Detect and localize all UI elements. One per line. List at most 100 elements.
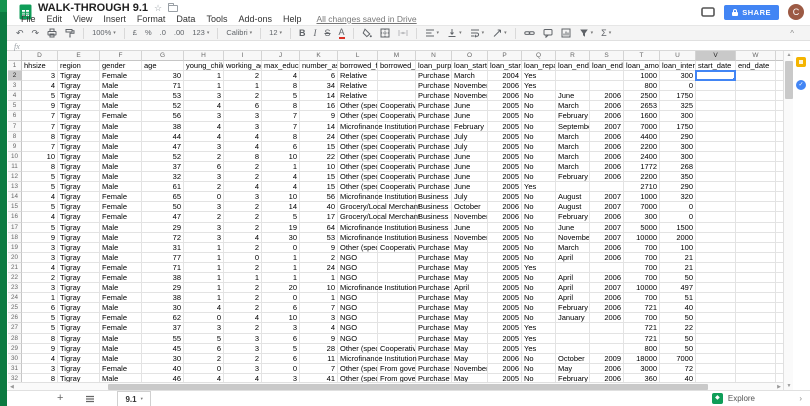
cell-I27[interactable]: 2 [224, 323, 262, 334]
cell-M8[interactable]: Cooperative [378, 131, 416, 142]
cell-J18[interactable]: 30 [262, 232, 300, 243]
cell-K22[interactable]: 1 [300, 272, 338, 284]
cell-E14[interactable]: Tigray [58, 192, 100, 203]
formula-bar[interactable]: fx [7, 42, 810, 51]
cell-G9[interactable]: 47 [142, 141, 184, 152]
cell-K20[interactable]: 2 [300, 252, 338, 263]
cell-F5[interactable]: Male [100, 101, 142, 112]
cell-L8[interactable]: Other (speci [338, 131, 378, 142]
cell-X2[interactable] [776, 71, 783, 82]
cell-P6[interactable]: 2005 [488, 111, 522, 122]
cell-X3[interactable] [776, 81, 783, 92]
cell-X23[interactable] [776, 283, 783, 294]
cell-J2[interactable]: 4 [262, 71, 300, 82]
cell-G13[interactable]: 61 [142, 182, 184, 193]
cell-P26[interactable]: 2005 [488, 313, 522, 324]
cell-S20[interactable]: 2006 [590, 252, 624, 263]
cell-N25[interactable]: Purchase Inp [416, 303, 452, 314]
cell-X13[interactable] [776, 182, 783, 193]
cell-N3[interactable]: Purchase Ag [416, 81, 452, 92]
column-header-O[interactable]: O [452, 51, 488, 61]
cell-T29[interactable]: 800 [624, 343, 660, 354]
cell-E13[interactable]: Tigray [58, 182, 100, 193]
menu-file[interactable]: File [21, 14, 36, 24]
cell-H2[interactable]: 1 [184, 71, 224, 82]
cell-R14[interactable]: August [556, 192, 590, 203]
cell-T32[interactable]: 360 [624, 373, 660, 382]
row-header-2[interactable]: 2 [8, 71, 22, 82]
cell-D24[interactable]: 1 [22, 293, 58, 304]
cell-J10[interactable]: 10 [262, 151, 300, 162]
cell-S18[interactable]: 2007 [590, 232, 624, 243]
cell-D5[interactable]: 9 [22, 101, 58, 112]
row-header-8[interactable]: 8 [8, 131, 22, 142]
cell-E2[interactable]: Tigray [58, 71, 100, 82]
row-header-5[interactable]: 5 [8, 101, 22, 112]
cell-N32[interactable]: Purchase Ag [416, 373, 452, 382]
cell-D2[interactable]: 3 [22, 71, 58, 82]
cell-W13[interactable] [736, 182, 776, 193]
cell-V29[interactable] [696, 343, 736, 354]
cell-R25[interactable]: February [556, 303, 590, 314]
column-header-T[interactable]: T [624, 51, 660, 61]
cell-V9[interactable] [696, 141, 736, 152]
cell-V15[interactable] [696, 202, 736, 213]
cell-I19[interactable]: 2 [224, 242, 262, 253]
cell-R12[interactable]: February [556, 172, 590, 183]
explore-button[interactable]: ◆ Explore [711, 393, 755, 404]
cell-I23[interactable]: 2 [224, 283, 262, 294]
cell-W2[interactable] [736, 71, 776, 82]
cell-G5[interactable]: 52 [142, 101, 184, 112]
cell-E20[interactable]: Tigray [58, 252, 100, 263]
cell-F12[interactable]: Male [100, 172, 142, 183]
zoom-select[interactable]: 100% ▾ [92, 28, 116, 38]
cell-E29[interactable]: Tigray [58, 343, 100, 354]
cell-F28[interactable]: Male [100, 333, 142, 344]
cell-W14[interactable] [736, 192, 776, 203]
cell-J8[interactable]: 8 [262, 131, 300, 142]
cell-L6[interactable]: Other (speci [338, 111, 378, 122]
cell-S16[interactable]: 2006 [590, 212, 624, 223]
cell-D13[interactable]: 5 [22, 182, 58, 193]
cell-T10[interactable]: 2400 [624, 151, 660, 162]
cell-G29[interactable]: 45 [142, 343, 184, 354]
cell-N13[interactable]: Purchase Inp [416, 182, 452, 193]
cell-U18[interactable]: 2000 [660, 232, 696, 243]
cell-I32[interactable]: 4 [224, 373, 262, 382]
cell-O22[interactable]: May [452, 272, 488, 284]
cell-K26[interactable]: 3 [300, 313, 338, 324]
cell-K17[interactable]: 64 [300, 222, 338, 233]
cell-W3[interactable] [736, 81, 776, 92]
cell-H16[interactable]: 2 [184, 212, 224, 223]
cell-O18[interactable]: November [452, 232, 488, 243]
cell-K28[interactable]: 9 [300, 333, 338, 344]
cell-F13[interactable]: Male [100, 182, 142, 193]
row-header-20[interactable]: 20 [8, 252, 22, 263]
cell-K25[interactable]: 7 [300, 303, 338, 314]
cell-K4[interactable]: 14 [300, 91, 338, 102]
cell-G19[interactable]: 31 [142, 242, 184, 253]
cell-V7[interactable] [696, 121, 736, 132]
check-extension-icon[interactable]: ✓ [796, 80, 806, 90]
cell-Q18[interactable]: No [522, 232, 556, 243]
cell-P32[interactable]: 2005 [488, 373, 522, 382]
cell-R21[interactable] [556, 262, 590, 273]
cell-S15[interactable]: 2007 [590, 202, 624, 213]
cell-G28[interactable]: 55 [142, 333, 184, 344]
cell-J9[interactable]: 6 [262, 141, 300, 152]
cell-K5[interactable]: 16 [300, 101, 338, 112]
cell-G31[interactable]: 40 [142, 363, 184, 374]
cell-U16[interactable]: 0 [660, 212, 696, 223]
cell-N1[interactable]: loan_purpo [416, 61, 452, 72]
cell-H8[interactable]: 4 [184, 131, 224, 142]
cell-M3[interactable] [378, 81, 416, 92]
cell-V13[interactable] [696, 182, 736, 193]
cell-U21[interactable]: 21 [660, 262, 696, 273]
cell-R24[interactable]: April [556, 293, 590, 304]
cell-H29[interactable]: 6 [184, 343, 224, 354]
cell-E22[interactable]: Tigray [58, 272, 100, 284]
cell-E5[interactable]: Tigray [58, 101, 100, 112]
cell-E28[interactable]: Tigray [58, 333, 100, 344]
cell-W25[interactable] [736, 303, 776, 314]
cell-W32[interactable] [736, 373, 776, 382]
